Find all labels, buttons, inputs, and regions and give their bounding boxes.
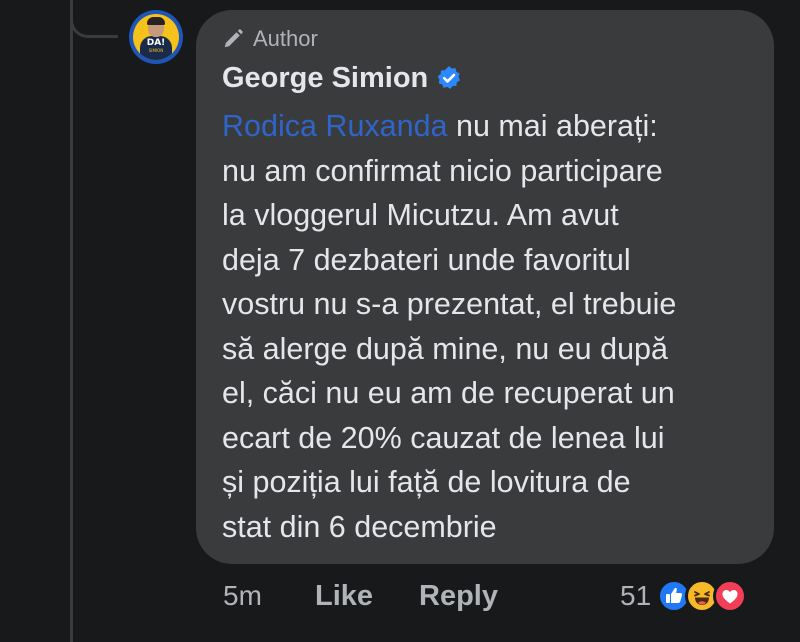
- comment-bubble: Author George Simion Rodica Ruxanda nu m…: [196, 10, 774, 564]
- comment-thread: DA! SIMION Author George Simion Rodica R…: [0, 0, 800, 642]
- avatar[interactable]: DA! SIMION: [129, 10, 183, 64]
- avatar-image: DA! SIMION: [133, 14, 179, 60]
- reply-connector-line: [70, 0, 118, 38]
- comment-body: nu mai aberați: nu am confirmat nicio pa…: [222, 109, 677, 544]
- like-button[interactable]: Like: [315, 580, 419, 613]
- thread-line: [70, 0, 73, 642]
- author-badge: Author: [222, 24, 748, 54]
- reactions-summary[interactable]: 51: [620, 574, 748, 618]
- pencil-icon: [224, 29, 243, 48]
- mention-link[interactable]: Rodica Ruxanda: [222, 109, 448, 143]
- reply-button[interactable]: Reply: [419, 580, 498, 613]
- love-icon: [713, 579, 748, 613]
- avatar-logo-text: DA!: [146, 38, 166, 48]
- reaction-count: 51: [620, 580, 652, 611]
- avatar-logo-subtext: SIMION: [148, 48, 164, 53]
- comment-actions: 5m Like Reply: [223, 574, 498, 618]
- author-name[interactable]: George Simion: [222, 62, 428, 95]
- comment-text: Rodica Ruxanda nu mai aberați: nu am con…: [222, 104, 748, 549]
- verified-badge-icon: [437, 66, 461, 89]
- timestamp[interactable]: 5m: [223, 580, 315, 612]
- author-badge-label: Author: [253, 26, 318, 51]
